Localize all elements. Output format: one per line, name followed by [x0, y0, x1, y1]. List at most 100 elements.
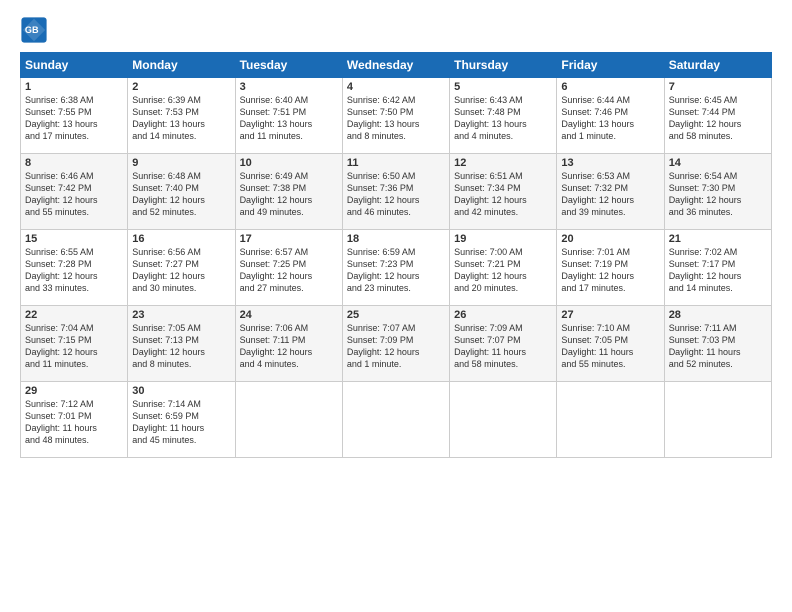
day-number: 28 — [669, 309, 767, 321]
day-info: Sunrise: 7:02 AM Sunset: 7:17 PM Dayligh… — [669, 246, 767, 295]
weekday-header: Sunday — [21, 53, 128, 78]
calendar-cell: 24Sunrise: 7:06 AM Sunset: 7:11 PM Dayli… — [235, 306, 342, 382]
calendar-week-row: 29Sunrise: 7:12 AM Sunset: 7:01 PM Dayli… — [21, 382, 772, 458]
calendar-table: SundayMondayTuesdayWednesdayThursdayFrid… — [20, 52, 772, 458]
day-number: 29 — [25, 385, 123, 397]
day-info: Sunrise: 6:55 AM Sunset: 7:28 PM Dayligh… — [25, 246, 123, 295]
calendar-cell: 7Sunrise: 6:45 AM Sunset: 7:44 PM Daylig… — [664, 78, 771, 154]
day-number: 4 — [347, 81, 445, 93]
calendar-cell: 25Sunrise: 7:07 AM Sunset: 7:09 PM Dayli… — [342, 306, 449, 382]
calendar-cell: 22Sunrise: 7:04 AM Sunset: 7:15 PM Dayli… — [21, 306, 128, 382]
day-number: 19 — [454, 233, 552, 245]
day-info: Sunrise: 6:40 AM Sunset: 7:51 PM Dayligh… — [240, 94, 338, 143]
day-info: Sunrise: 6:53 AM Sunset: 7:32 PM Dayligh… — [561, 170, 659, 219]
weekday-header: Wednesday — [342, 53, 449, 78]
day-number: 10 — [240, 157, 338, 169]
day-info: Sunrise: 6:44 AM Sunset: 7:46 PM Dayligh… — [561, 94, 659, 143]
day-number: 14 — [669, 157, 767, 169]
day-number: 21 — [669, 233, 767, 245]
day-number: 1 — [25, 81, 123, 93]
day-info: Sunrise: 6:48 AM Sunset: 7:40 PM Dayligh… — [132, 170, 230, 219]
day-number: 25 — [347, 309, 445, 321]
day-number: 22 — [25, 309, 123, 321]
weekday-header: Saturday — [664, 53, 771, 78]
day-number: 30 — [132, 385, 230, 397]
calendar-cell: 6Sunrise: 6:44 AM Sunset: 7:46 PM Daylig… — [557, 78, 664, 154]
day-info: Sunrise: 6:59 AM Sunset: 7:23 PM Dayligh… — [347, 246, 445, 295]
day-info: Sunrise: 7:01 AM Sunset: 7:19 PM Dayligh… — [561, 246, 659, 295]
calendar-cell: 18Sunrise: 6:59 AM Sunset: 7:23 PM Dayli… — [342, 230, 449, 306]
day-number: 17 — [240, 233, 338, 245]
calendar-cell: 2Sunrise: 6:39 AM Sunset: 7:53 PM Daylig… — [128, 78, 235, 154]
calendar-cell — [235, 382, 342, 458]
calendar-cell: 16Sunrise: 6:56 AM Sunset: 7:27 PM Dayli… — [128, 230, 235, 306]
calendar-cell — [342, 382, 449, 458]
calendar-cell: 10Sunrise: 6:49 AM Sunset: 7:38 PM Dayli… — [235, 154, 342, 230]
calendar-cell: 5Sunrise: 6:43 AM Sunset: 7:48 PM Daylig… — [450, 78, 557, 154]
day-number: 8 — [25, 157, 123, 169]
day-info: Sunrise: 6:54 AM Sunset: 7:30 PM Dayligh… — [669, 170, 767, 219]
day-info: Sunrise: 7:10 AM Sunset: 7:05 PM Dayligh… — [561, 322, 659, 371]
day-info: Sunrise: 7:04 AM Sunset: 7:15 PM Dayligh… — [25, 322, 123, 371]
day-number: 24 — [240, 309, 338, 321]
svg-text:GB: GB — [25, 25, 39, 35]
day-number: 15 — [25, 233, 123, 245]
calendar-cell: 28Sunrise: 7:11 AM Sunset: 7:03 PM Dayli… — [664, 306, 771, 382]
weekday-header: Friday — [557, 53, 664, 78]
day-info: Sunrise: 7:09 AM Sunset: 7:07 PM Dayligh… — [454, 322, 552, 371]
calendar-cell: 3Sunrise: 6:40 AM Sunset: 7:51 PM Daylig… — [235, 78, 342, 154]
day-info: Sunrise: 7:05 AM Sunset: 7:13 PM Dayligh… — [132, 322, 230, 371]
calendar-cell: 1Sunrise: 6:38 AM Sunset: 7:55 PM Daylig… — [21, 78, 128, 154]
day-info: Sunrise: 7:06 AM Sunset: 7:11 PM Dayligh… — [240, 322, 338, 371]
weekday-header: Thursday — [450, 53, 557, 78]
day-info: Sunrise: 7:11 AM Sunset: 7:03 PM Dayligh… — [669, 322, 767, 371]
day-info: Sunrise: 7:07 AM Sunset: 7:09 PM Dayligh… — [347, 322, 445, 371]
calendar-cell: 8Sunrise: 6:46 AM Sunset: 7:42 PM Daylig… — [21, 154, 128, 230]
day-info: Sunrise: 6:43 AM Sunset: 7:48 PM Dayligh… — [454, 94, 552, 143]
day-number: 20 — [561, 233, 659, 245]
day-number: 3 — [240, 81, 338, 93]
day-number: 27 — [561, 309, 659, 321]
calendar-cell: 19Sunrise: 7:00 AM Sunset: 7:21 PM Dayli… — [450, 230, 557, 306]
day-number: 9 — [132, 157, 230, 169]
day-info: Sunrise: 6:49 AM Sunset: 7:38 PM Dayligh… — [240, 170, 338, 219]
day-info: Sunrise: 6:51 AM Sunset: 7:34 PM Dayligh… — [454, 170, 552, 219]
calendar-cell — [450, 382, 557, 458]
calendar-cell: 29Sunrise: 7:12 AM Sunset: 7:01 PM Dayli… — [21, 382, 128, 458]
day-number: 7 — [669, 81, 767, 93]
day-info: Sunrise: 6:39 AM Sunset: 7:53 PM Dayligh… — [132, 94, 230, 143]
calendar-cell: 15Sunrise: 6:55 AM Sunset: 7:28 PM Dayli… — [21, 230, 128, 306]
calendar-week-row: 22Sunrise: 7:04 AM Sunset: 7:15 PM Dayli… — [21, 306, 772, 382]
day-number: 2 — [132, 81, 230, 93]
day-info: Sunrise: 6:56 AM Sunset: 7:27 PM Dayligh… — [132, 246, 230, 295]
calendar-week-row: 1Sunrise: 6:38 AM Sunset: 7:55 PM Daylig… — [21, 78, 772, 154]
day-info: Sunrise: 6:42 AM Sunset: 7:50 PM Dayligh… — [347, 94, 445, 143]
weekday-header: Monday — [128, 53, 235, 78]
day-number: 26 — [454, 309, 552, 321]
day-info: Sunrise: 6:38 AM Sunset: 7:55 PM Dayligh… — [25, 94, 123, 143]
calendar-cell: 20Sunrise: 7:01 AM Sunset: 7:19 PM Dayli… — [557, 230, 664, 306]
day-number: 13 — [561, 157, 659, 169]
logo-icon: GB — [20, 16, 48, 44]
calendar-cell — [557, 382, 664, 458]
day-number: 6 — [561, 81, 659, 93]
calendar-cell: 12Sunrise: 6:51 AM Sunset: 7:34 PM Dayli… — [450, 154, 557, 230]
calendar-cell: 21Sunrise: 7:02 AM Sunset: 7:17 PM Dayli… — [664, 230, 771, 306]
logo: GB — [20, 16, 52, 44]
calendar-body: 1Sunrise: 6:38 AM Sunset: 7:55 PM Daylig… — [21, 78, 772, 458]
day-number: 23 — [132, 309, 230, 321]
calendar-cell: 23Sunrise: 7:05 AM Sunset: 7:13 PM Dayli… — [128, 306, 235, 382]
day-info: Sunrise: 7:00 AM Sunset: 7:21 PM Dayligh… — [454, 246, 552, 295]
calendar-cell: 27Sunrise: 7:10 AM Sunset: 7:05 PM Dayli… — [557, 306, 664, 382]
calendar-cell: 4Sunrise: 6:42 AM Sunset: 7:50 PM Daylig… — [342, 78, 449, 154]
day-number: 5 — [454, 81, 552, 93]
page-header: GB — [20, 16, 772, 44]
calendar-cell: 26Sunrise: 7:09 AM Sunset: 7:07 PM Dayli… — [450, 306, 557, 382]
calendar-cell: 30Sunrise: 7:14 AM Sunset: 6:59 PM Dayli… — [128, 382, 235, 458]
calendar-cell: 13Sunrise: 6:53 AM Sunset: 7:32 PM Dayli… — [557, 154, 664, 230]
calendar-cell: 14Sunrise: 6:54 AM Sunset: 7:30 PM Dayli… — [664, 154, 771, 230]
day-info: Sunrise: 6:45 AM Sunset: 7:44 PM Dayligh… — [669, 94, 767, 143]
day-info: Sunrise: 7:12 AM Sunset: 7:01 PM Dayligh… — [25, 398, 123, 447]
day-number: 11 — [347, 157, 445, 169]
calendar-cell: 9Sunrise: 6:48 AM Sunset: 7:40 PM Daylig… — [128, 154, 235, 230]
